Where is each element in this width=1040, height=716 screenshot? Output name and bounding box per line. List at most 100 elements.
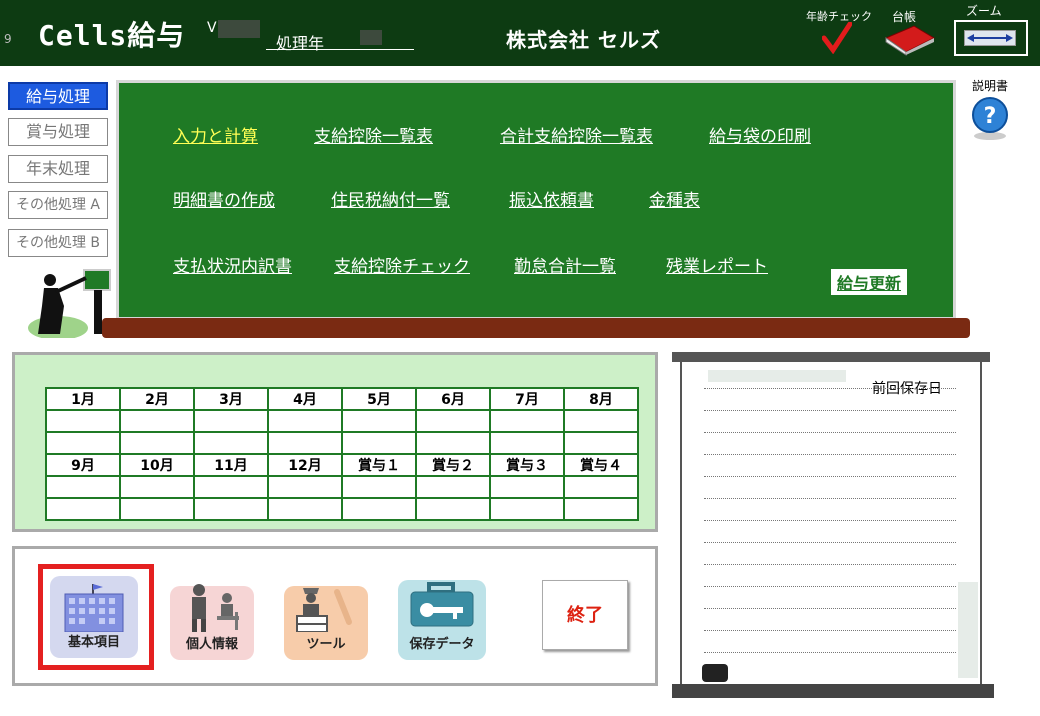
month-cell[interactable] bbox=[193, 475, 269, 499]
month-cell[interactable] bbox=[119, 475, 195, 499]
processing-year-field[interactable]: 処理年 bbox=[266, 30, 414, 53]
bonus-cell[interactable] bbox=[341, 497, 417, 521]
month-cell[interactable] bbox=[119, 431, 195, 455]
sidebar-item-other-b[interactable]: その他処理 B bbox=[8, 229, 108, 257]
menu-link-payment-breakdown[interactable]: 支払状況内訳書 bbox=[173, 252, 292, 277]
menu-link-total-deduction-list[interactable]: 合計支給控除一覧表 bbox=[500, 122, 653, 147]
month-cell[interactable] bbox=[267, 409, 343, 433]
payroll-menu-board: 入力と計算 支給控除一覧表 合計支給控除一覧表 給与袋の印刷 明細書の作成 住民… bbox=[116, 80, 956, 320]
bonus-header-4: 賞与４ bbox=[563, 453, 639, 477]
month-cell[interactable] bbox=[193, 497, 269, 521]
month-cell[interactable] bbox=[45, 497, 121, 521]
briefcase-key-icon bbox=[410, 582, 474, 627]
month-header-8: 8月 bbox=[563, 387, 639, 411]
month-cell[interactable] bbox=[267, 431, 343, 455]
header-number: 9 bbox=[4, 32, 12, 46]
sidebar-item-year-end[interactable]: 年末処理 bbox=[8, 155, 108, 183]
month-cell[interactable] bbox=[267, 497, 343, 521]
exit-button[interactable]: 終了 bbox=[542, 580, 628, 650]
month-status-panel: 1月 2月 3月 4月 5月 6月 7月 8月 9月 10月 11月 12月 賞… bbox=[12, 352, 658, 532]
month-header-6: 6月 bbox=[415, 387, 491, 411]
notebook-line bbox=[704, 476, 956, 477]
menu-link-pay-envelope-print[interactable]: 給与袋の印刷 bbox=[709, 122, 811, 147]
menu-link-transfer-request[interactable]: 振込依頼書 bbox=[509, 186, 594, 211]
basic-items-button[interactable]: 基本項目 bbox=[50, 576, 138, 658]
month-cell[interactable] bbox=[415, 431, 491, 455]
zoom-label: ズーム bbox=[966, 4, 1002, 18]
ledger-label: 台帳 bbox=[892, 10, 917, 24]
save-data-button[interactable]: 保存データ bbox=[398, 580, 486, 660]
notebook-line bbox=[704, 608, 956, 609]
tools-label: ツール bbox=[306, 637, 346, 652]
notebook-line bbox=[704, 542, 956, 543]
notebook-clip-icon bbox=[702, 664, 728, 682]
month-cell[interactable] bbox=[119, 409, 195, 433]
bonus-cell[interactable] bbox=[489, 475, 565, 499]
month-header-7: 7月 bbox=[489, 387, 565, 411]
version-prefix: V bbox=[207, 20, 217, 36]
menu-link-denomination-table[interactable]: 金種表 bbox=[649, 186, 700, 211]
notes-panel: 前回保存日 bbox=[672, 352, 994, 698]
month-cell[interactable] bbox=[563, 409, 639, 433]
month-cell[interactable] bbox=[45, 475, 121, 499]
last-saved-value bbox=[708, 370, 846, 382]
month-cell[interactable] bbox=[563, 431, 639, 455]
month-cell[interactable] bbox=[119, 497, 195, 521]
month-header-10: 10月 bbox=[119, 453, 195, 477]
bonus-cell[interactable] bbox=[563, 497, 639, 521]
bonus-cell[interactable] bbox=[489, 497, 565, 521]
menu-link-deduction-check[interactable]: 支給控除チェック bbox=[334, 252, 470, 277]
menu-link-attendance-total[interactable]: 勤怠合計一覧 bbox=[514, 252, 616, 277]
menu-link-resident-tax-list[interactable]: 住民税納付一覧 bbox=[331, 186, 450, 211]
month-cell[interactable] bbox=[341, 409, 417, 433]
app-title: Cells給与 bbox=[38, 19, 186, 52]
notebook-line bbox=[704, 586, 956, 587]
help-icon[interactable]: ? bbox=[970, 96, 1010, 142]
sidebar-item-payroll[interactable]: 給与処理 bbox=[8, 82, 108, 110]
sidebar-item-bonus[interactable]: 賞与処理 bbox=[8, 118, 108, 146]
month-cell[interactable] bbox=[193, 409, 269, 433]
basic-items-label: 基本項目 bbox=[67, 635, 120, 650]
people-icon bbox=[192, 584, 239, 632]
notebook-scrollbar[interactable] bbox=[958, 582, 978, 678]
bonus-cell[interactable] bbox=[341, 475, 417, 499]
bonus-header-2: 賞与２ bbox=[415, 453, 491, 477]
checkmark-icon[interactable] bbox=[822, 22, 852, 54]
zoom-button[interactable] bbox=[954, 20, 1028, 56]
month-cell[interactable] bbox=[415, 409, 491, 433]
worker-tools-icon bbox=[296, 588, 352, 632]
month-header-9: 9月 bbox=[45, 453, 121, 477]
month-cell[interactable] bbox=[45, 431, 121, 455]
notebook-line bbox=[704, 630, 956, 631]
menu-link-payment-deduction-list[interactable]: 支給控除一覧表 bbox=[314, 122, 433, 147]
presenter-figure-icon bbox=[28, 269, 111, 338]
notebook-sheet: 前回保存日 bbox=[680, 362, 982, 686]
sidebar-item-other-a[interactable]: その他処理 A bbox=[8, 191, 108, 219]
personal-info-button[interactable]: 個人情報 bbox=[170, 584, 254, 660]
bonus-cell[interactable] bbox=[563, 475, 639, 499]
month-cell[interactable] bbox=[341, 431, 417, 455]
notebook-line bbox=[704, 652, 956, 653]
month-header-3: 3月 bbox=[193, 387, 269, 411]
bonus-cell[interactable] bbox=[415, 475, 491, 499]
manual-label: 説明書 bbox=[972, 79, 1009, 93]
month-cell[interactable] bbox=[489, 409, 565, 433]
menu-link-statement-create[interactable]: 明細書の作成 bbox=[173, 186, 275, 211]
bonus-header-1: 賞与１ bbox=[341, 453, 417, 477]
ledger-book-icon[interactable] bbox=[884, 24, 936, 56]
menu-link-overtime-report[interactable]: 残業レポート bbox=[666, 252, 768, 277]
month-cell[interactable] bbox=[489, 431, 565, 455]
svg-text:?: ? bbox=[984, 104, 997, 129]
month-cell[interactable] bbox=[193, 431, 269, 455]
month-cell[interactable] bbox=[45, 409, 121, 433]
personal-info-label: 個人情報 bbox=[185, 637, 238, 652]
notebook-line bbox=[704, 410, 956, 411]
month-cell[interactable] bbox=[267, 475, 343, 499]
bonus-cell[interactable] bbox=[415, 497, 491, 521]
menu-link-input-calc[interactable]: 入力と計算 bbox=[173, 122, 258, 147]
tools-button[interactable]: ツール bbox=[284, 586, 368, 660]
notebook-line bbox=[704, 564, 956, 565]
month-header-4: 4月 bbox=[267, 387, 343, 411]
bonus-header-3: 賞与３ bbox=[489, 453, 565, 477]
payroll-update-button[interactable]: 給与更新 bbox=[831, 269, 908, 295]
